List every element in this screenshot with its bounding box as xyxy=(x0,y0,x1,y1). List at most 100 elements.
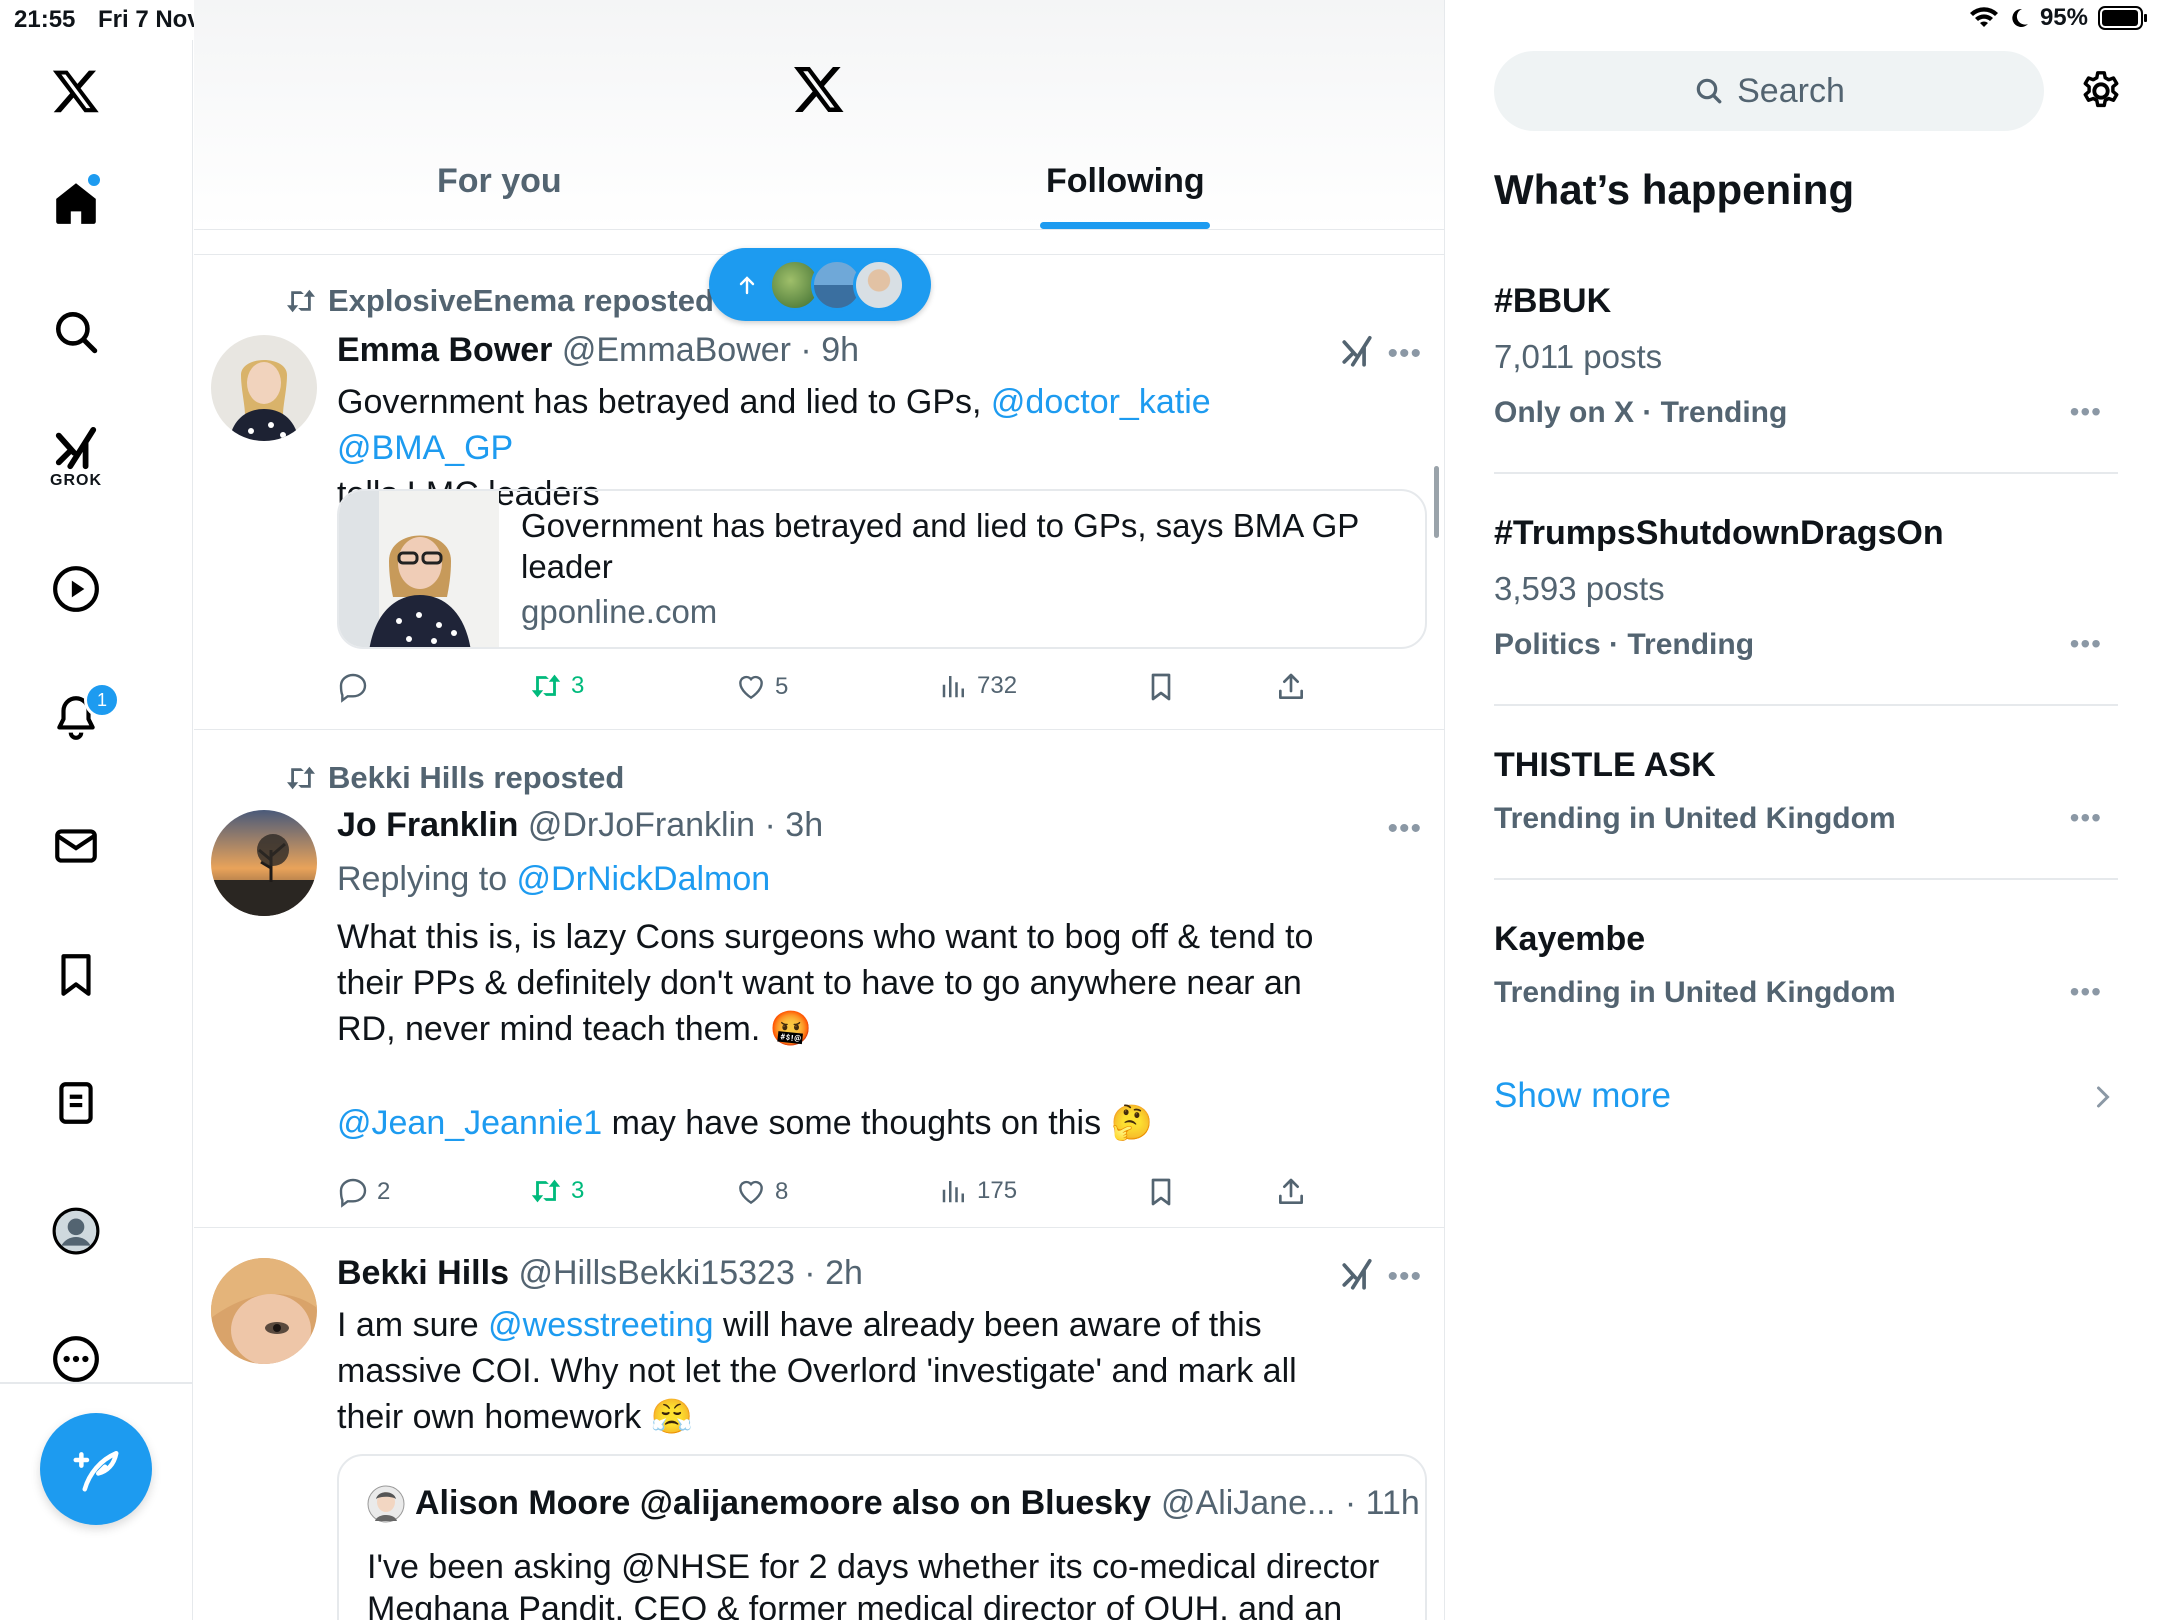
post-text: @Jean_Jeannie1 may have some thoughts on… xyxy=(337,1100,1337,1146)
trend-item[interactable]: #BBUK 7,011 posts Only on X · Trending •… xyxy=(1494,272,2118,474)
trend-more-button[interactable]: ••• xyxy=(2070,976,2102,1008)
repost-indicator: Bekki Hills reposted xyxy=(284,760,624,796)
views-button[interactable]: 175 xyxy=(939,1176,1017,1206)
grok-explain-icon[interactable] xyxy=(1340,1258,1374,1292)
nav-lists[interactable] xyxy=(26,1058,126,1148)
nav-notifications[interactable]: 1 xyxy=(26,672,126,762)
replying-label: Replying to xyxy=(337,860,517,898)
mail-icon xyxy=(55,829,97,863)
home-unread-dot xyxy=(86,172,102,188)
author-name[interactable]: Bekki Hills xyxy=(337,1254,509,1292)
mention-link[interactable]: @wesstreeting xyxy=(488,1306,713,1344)
trend-title: THISTLE ASK xyxy=(1494,746,1716,784)
nav-messages[interactable] xyxy=(26,801,126,891)
post-more-button[interactable]: ••• xyxy=(1387,812,1422,846)
author-handle[interactable]: @HillsBekki15323 xyxy=(518,1254,794,1292)
bookmark-button[interactable] xyxy=(1145,1176,1177,1208)
trend-more-button[interactable]: ••• xyxy=(2070,802,2102,834)
avatar xyxy=(853,258,905,311)
grok-label: GROK xyxy=(50,472,102,489)
mention-link[interactable]: @doctor_katie xyxy=(991,383,1211,421)
feed-border xyxy=(1444,0,1445,1620)
like-button[interactable]: 8 xyxy=(735,1176,788,1208)
like-button[interactable]: 5 xyxy=(735,671,788,703)
trend-meta: Only on X · Trending xyxy=(1494,396,1788,429)
author-handle[interactable]: @DrJoFranklin xyxy=(528,806,755,844)
quote-author-name[interactable]: Alison Moore @alijanemoore also on Blues… xyxy=(415,1484,1151,1523)
tab-following[interactable]: Following xyxy=(1046,162,1205,201)
x-logo-button[interactable] xyxy=(26,46,126,136)
trend-item[interactable]: #TrumpsShutdownDragsOn 3,593 posts Polit… xyxy=(1494,504,2118,706)
grok-icon xyxy=(55,426,97,470)
author-name[interactable]: Emma Bower xyxy=(337,331,552,369)
bookmark-button[interactable] xyxy=(1145,671,1177,703)
nav-profile[interactable] xyxy=(26,1186,126,1276)
nav-search[interactable] xyxy=(26,287,126,377)
share-button[interactable] xyxy=(1275,1176,1307,1208)
repost-by[interactable]: ExplosiveEnema reposted xyxy=(328,283,714,319)
views-button[interactable]: 732 xyxy=(939,671,1017,701)
share-button[interactable] xyxy=(1275,671,1307,703)
trend-item[interactable]: THISTLE ASK Trending in United Kingdom •… xyxy=(1494,736,2118,880)
reply-button[interactable] xyxy=(337,671,377,703)
avatar[interactable] xyxy=(211,335,317,441)
author-name[interactable]: Jo Franklin xyxy=(337,806,518,844)
nav-more[interactable] xyxy=(26,1314,126,1404)
nav-home[interactable] xyxy=(26,158,126,248)
grok-explain-icon[interactable] xyxy=(1340,335,1374,369)
avatar[interactable] xyxy=(211,810,317,916)
repost-by[interactable]: Bekki Hills reposted xyxy=(328,760,624,796)
like-count: 8 xyxy=(775,1178,789,1205)
author-handle[interactable]: @EmmaBower xyxy=(562,331,791,369)
repost-icon xyxy=(287,766,315,790)
post-text-part: I am sure xyxy=(337,1306,489,1344)
repost-count: 3 xyxy=(571,1177,585,1204)
compose-icon xyxy=(73,1451,119,1492)
bookmark-icon xyxy=(1151,1178,1171,1206)
replying-to: Replying to @DrNickDalmon xyxy=(337,856,1337,902)
repost-count: 3 xyxy=(571,672,585,699)
status-date: Fri 7 Nov xyxy=(98,6,201,33)
search-input[interactable]: Search xyxy=(1494,51,2044,131)
battery-icon xyxy=(2098,6,2148,30)
chevron-right-icon[interactable] xyxy=(2092,1082,2114,1112)
whats-happening-title: What’s happening xyxy=(1494,166,1855,213)
mention-link[interactable]: @DrNickDalmon xyxy=(517,860,771,898)
post-bekki-hills[interactable]: Bekki Hills @HillsBekki15323 · 2h ••• I … xyxy=(194,1228,1444,1620)
post-more-button[interactable]: ••• xyxy=(1387,1260,1422,1294)
view-count: 175 xyxy=(977,1177,1018,1204)
x-logo-icon xyxy=(792,62,846,116)
like-icon xyxy=(739,1180,763,1205)
quote-handle[interactable]: @AliJane... xyxy=(1161,1484,1335,1522)
nav-grok[interactable]: GROK xyxy=(26,413,126,503)
repost-button[interactable]: 3 xyxy=(529,1176,584,1206)
mention-link[interactable]: @BMA_GP xyxy=(337,429,513,467)
avatar[interactable] xyxy=(211,1258,317,1364)
reply-button[interactable]: 2 xyxy=(337,1176,390,1208)
x-logo-icon xyxy=(52,70,99,113)
post-more-button[interactable]: ••• xyxy=(1387,337,1422,371)
trend-item[interactable]: Kayembe Trending in United Kingdom ••• xyxy=(1494,910,2118,1040)
new-posts-pill[interactable] xyxy=(709,248,931,321)
compose-button[interactable] xyxy=(40,1413,152,1525)
link-card[interactable]: Government has betrayed and lied to GPs,… xyxy=(337,489,1427,649)
trend-count: 7,011 posts xyxy=(1494,338,1663,375)
post-jo-franklin[interactable]: Bekki Hills reposted Jo Franklin @DrJoFr… xyxy=(194,730,1444,1228)
post-text-part: Government has betrayed and lied to GPs, xyxy=(337,383,991,421)
show-more-link[interactable]: Show more xyxy=(1494,1076,1671,1116)
gear-icon xyxy=(2083,71,2119,108)
trend-more-button[interactable]: ••• xyxy=(2070,396,2102,428)
mention-link[interactable]: @Jean_Jeannie1 xyxy=(337,1104,602,1142)
emoji: 😤 xyxy=(650,1398,694,1436)
post-text: I am sure @wesstreeting will have alread… xyxy=(337,1302,1337,1440)
settings-button[interactable] xyxy=(2078,68,2124,114)
repost-button[interactable]: 3 xyxy=(529,671,584,701)
nav-video[interactable] xyxy=(26,544,126,634)
nav-bookmarks[interactable] xyxy=(26,930,126,1020)
repost-icon xyxy=(531,674,561,698)
post-emma-bower[interactable]: ExplosiveEnema reposted Emma Bower @Emma… xyxy=(194,255,1444,730)
trend-more-button[interactable]: ••• xyxy=(2070,628,2102,660)
quoted-post[interactable]: Alison Moore @alijanemoore also on Blues… xyxy=(337,1454,1427,1620)
tab-for-you[interactable]: For you xyxy=(437,162,562,201)
views-icon xyxy=(942,676,964,698)
